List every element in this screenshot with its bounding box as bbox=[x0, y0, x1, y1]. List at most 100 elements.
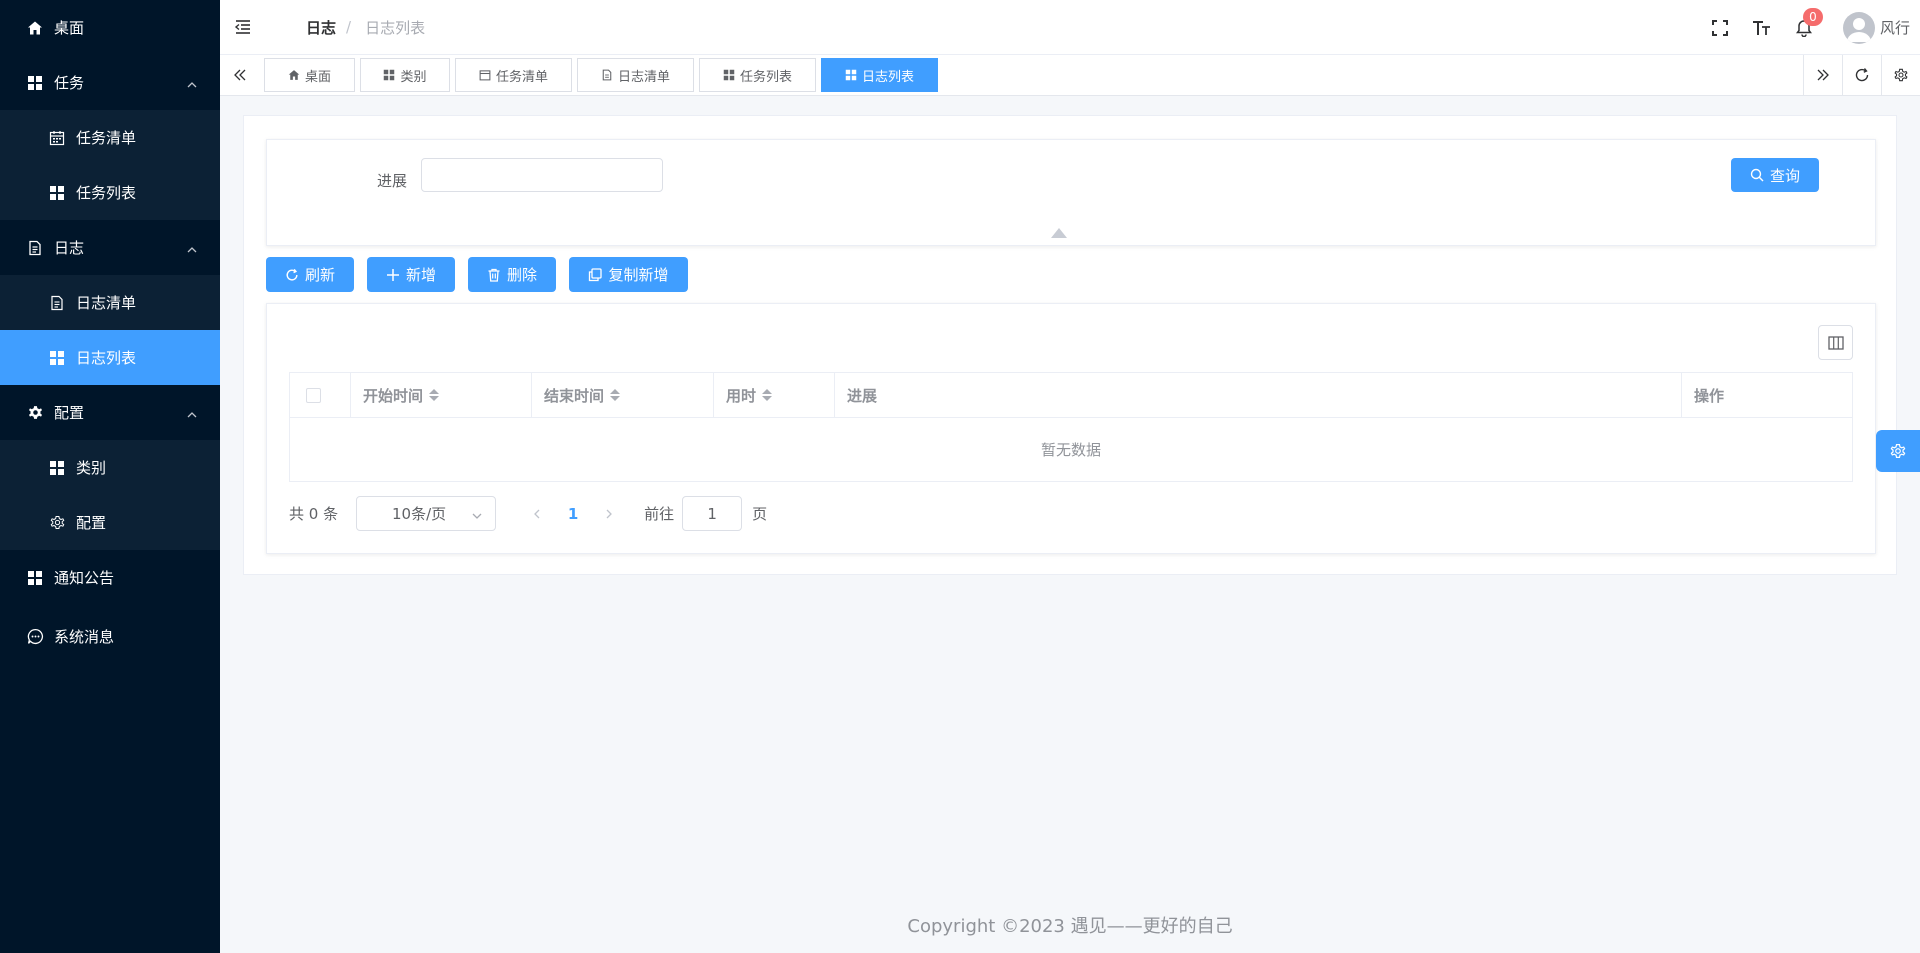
toolbar: 刷新 新增 删除 复制新增 bbox=[266, 257, 701, 292]
search-icon bbox=[1750, 168, 1764, 182]
grid-icon bbox=[723, 69, 735, 81]
column-label: 开始时间 bbox=[363, 386, 424, 405]
page-size-select[interactable]: 10条/页 bbox=[356, 496, 497, 531]
tab-desk[interactable]: 桌面 bbox=[264, 58, 355, 92]
plus-icon bbox=[386, 268, 400, 282]
copy-add-button[interactable]: 复制新增 bbox=[569, 257, 688, 292]
delete-button[interactable]: 删除 bbox=[468, 257, 556, 292]
breadcrumb-separator: / bbox=[346, 18, 352, 36]
table-header-select bbox=[290, 373, 351, 417]
refresh-icon bbox=[285, 268, 299, 282]
fullscreen-icon[interactable] bbox=[1709, 17, 1731, 39]
prev-page-icon[interactable] bbox=[522, 499, 552, 529]
sidebar-item-log-checklist[interactable]: 日志清单 bbox=[0, 275, 220, 330]
floating-settings-button[interactable] bbox=[1876, 430, 1920, 472]
sidebar-item-messages[interactable]: 系统消息 bbox=[0, 605, 220, 667]
table-header-end-time[interactable]: 结束时间 bbox=[532, 373, 714, 417]
notification-badge: 0 bbox=[1802, 7, 1823, 26]
sidebar-item-label: 系统消息 bbox=[54, 627, 115, 646]
user-name[interactable]: 风行 bbox=[1880, 17, 1910, 38]
sidebar-item-log-list[interactable]: 日志列表 bbox=[0, 330, 220, 385]
breadcrumb-current: 日志列表 bbox=[365, 18, 426, 37]
gear-icon[interactable] bbox=[1881, 55, 1920, 95]
tabs-actions bbox=[1803, 55, 1920, 95]
tab-task-checklist[interactable]: 任务清单 bbox=[455, 58, 572, 92]
tab-task-list[interactable]: 任务列表 bbox=[699, 58, 816, 92]
table-header: 开始时间 结束时间 用时 进展 操作 bbox=[290, 373, 1852, 418]
tabs-scroll-left-icon[interactable] bbox=[220, 55, 260, 95]
sidebar-item-label: 通知公告 bbox=[54, 569, 115, 587]
tab-label: 日志清单 bbox=[617, 69, 670, 85]
sidebar-item-notice[interactable]: 通知公告 bbox=[0, 550, 220, 605]
search-panel: 进展 查询 bbox=[266, 139, 1876, 246]
column-label: 操作 bbox=[1694, 386, 1725, 405]
add-button[interactable]: 新增 bbox=[367, 257, 455, 292]
sort-icon[interactable] bbox=[762, 389, 773, 401]
home-icon bbox=[26, 19, 44, 37]
next-page-icon[interactable] bbox=[594, 499, 624, 529]
refresh-icon[interactable] bbox=[1842, 55, 1881, 95]
sidebar-item-label: 桌面 bbox=[54, 19, 85, 37]
progress-search-input[interactable] bbox=[421, 158, 663, 192]
goto-page-input[interactable] bbox=[682, 496, 743, 531]
submenu-tasks: 任务清单 任务列表 bbox=[0, 110, 220, 220]
collapse-sidebar-icon[interactable] bbox=[232, 16, 254, 38]
grid-icon bbox=[48, 184, 66, 202]
tab-label: 类别 bbox=[400, 69, 427, 85]
sidebar-item-tasks[interactable]: 任务 bbox=[0, 55, 220, 110]
top-header: 日志 / 日志列表 0 风行 bbox=[220, 0, 1920, 55]
font-size-icon[interactable] bbox=[1751, 17, 1773, 39]
sidebar-item-task-checklist[interactable]: 任务清单 bbox=[0, 110, 220, 165]
query-button[interactable]: 查询 bbox=[1731, 158, 1819, 192]
table-empty-text: 暂无数据 bbox=[1040, 441, 1101, 459]
header-actions: 0 风行 bbox=[1689, 0, 1910, 55]
sidebar-item-desk[interactable]: 桌面 bbox=[0, 0, 220, 55]
select-all-checkbox[interactable] bbox=[306, 387, 321, 403]
gear-icon bbox=[1890, 444, 1906, 458]
grid-icon bbox=[845, 69, 857, 81]
chevron-up-icon bbox=[186, 77, 198, 89]
tab-log-list[interactable]: 日志列表 bbox=[821, 58, 938, 92]
refresh-button-label: 刷新 bbox=[304, 266, 335, 284]
sidebar-item-config[interactable]: 配置 bbox=[0, 385, 220, 440]
main-card: 进展 查询 刷新 新增 删除 复制新增 开始时间 结束时间 用时 进展 操作 暂… bbox=[243, 115, 1897, 575]
table-header-progress: 进展 bbox=[835, 373, 1682, 417]
sidebar-item-label: 日志 bbox=[54, 239, 85, 257]
pagination: 共 0 条 10条/页 1 前往 页 bbox=[289, 496, 767, 531]
sidebar-item-task-list[interactable]: 任务列表 bbox=[0, 165, 220, 220]
page-number-current[interactable]: 1 bbox=[558, 505, 588, 523]
goto-label: 前往 bbox=[644, 505, 675, 523]
table-header-duration[interactable]: 用时 bbox=[714, 373, 835, 417]
column-label: 结束时间 bbox=[544, 386, 605, 405]
grid-icon bbox=[26, 569, 44, 587]
bell-icon[interactable]: 0 bbox=[1793, 7, 1823, 39]
chevron-down-icon bbox=[471, 508, 483, 520]
document-icon bbox=[48, 294, 66, 312]
table-header-start-time[interactable]: 开始时间 bbox=[351, 373, 532, 417]
sidebar-item-logs[interactable]: 日志 bbox=[0, 220, 220, 275]
query-button-label: 查询 bbox=[1769, 166, 1800, 185]
trash-icon bbox=[487, 268, 501, 282]
home-icon bbox=[288, 69, 300, 81]
tabs-scroll-right-icon[interactable] bbox=[1803, 55, 1842, 95]
grid-icon bbox=[26, 74, 44, 92]
chevron-up-icon bbox=[186, 407, 198, 419]
submenu-logs: 日志清单 日志列表 bbox=[0, 275, 220, 385]
tab-log-checklist[interactable]: 日志清单 bbox=[577, 58, 694, 92]
columns-icon[interactable] bbox=[1818, 325, 1853, 360]
sort-icon[interactable] bbox=[429, 389, 440, 401]
gear-icon bbox=[48, 514, 66, 532]
sidebar-item-label: 配置 bbox=[76, 514, 107, 532]
sidebar-item-settings[interactable]: 配置 bbox=[0, 495, 220, 550]
tab-category[interactable]: 类别 bbox=[360, 58, 450, 92]
breadcrumb-item[interactable]: 日志 bbox=[306, 17, 336, 38]
collapse-search-icon[interactable] bbox=[1051, 228, 1067, 238]
sidebar-item-label: 任务清单 bbox=[76, 129, 137, 147]
gear-icon bbox=[26, 404, 44, 422]
sidebar-item-category[interactable]: 类别 bbox=[0, 440, 220, 495]
avatar[interactable] bbox=[1842, 11, 1875, 44]
refresh-button[interactable]: 刷新 bbox=[266, 257, 354, 292]
sort-icon[interactable] bbox=[610, 389, 621, 401]
document-icon bbox=[26, 239, 44, 257]
pagination-total: 共 0 条 bbox=[289, 505, 339, 523]
